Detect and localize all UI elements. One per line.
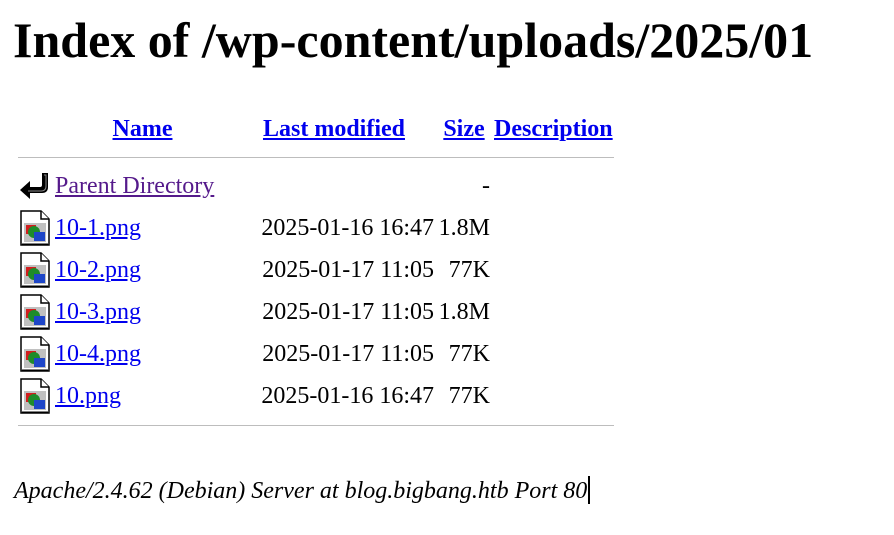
file-link[interactable]: 10-2.png bbox=[55, 257, 141, 283]
last-modified-cell: 2025-01-16 16:47 bbox=[261, 382, 434, 409]
separator-row bbox=[18, 418, 614, 432]
file-row: 10-4.png 2025-01-17 11:05 77K bbox=[18, 334, 614, 374]
last-modified-cell: 2025-01-16 16:47 bbox=[261, 214, 434, 241]
directory-listing: Name Last modified Size Description Pare… bbox=[16, 108, 616, 434]
page-title: Index of /wp-content/uploads/2025/01 bbox=[13, 12, 814, 68]
description-column-header: Description bbox=[493, 110, 614, 148]
last-modified-cell: 2025-01-17 11:05 bbox=[262, 298, 434, 325]
file-link[interactable]: 10.png bbox=[55, 383, 121, 409]
file-link[interactable]: 10-3.png bbox=[55, 299, 141, 325]
name-column-header: Name bbox=[54, 110, 231, 148]
description-cell bbox=[493, 376, 614, 416]
server-signature-text: Apache/2.4.62 (Debian) Server at blog.bi… bbox=[14, 478, 588, 504]
file-name-cell: 10-3.png bbox=[54, 292, 231, 332]
parent-directory-cell: Parent Directory bbox=[54, 166, 231, 206]
file-name-cell: 10-1.png bbox=[54, 208, 231, 248]
description-cell bbox=[493, 208, 614, 248]
description-cell bbox=[493, 250, 614, 290]
last-modified-cell bbox=[233, 166, 435, 206]
size-column-header: Size bbox=[437, 110, 491, 148]
size-cell: - bbox=[482, 172, 490, 199]
divider bbox=[18, 424, 614, 426]
file-row: 10-3.png 2025-01-17 11:05 1.8M bbox=[18, 292, 614, 332]
server-signature: Apache/2.4.62 (Debian) Server at blog.bi… bbox=[14, 476, 591, 506]
last-modified-cell: 2025-01-17 11:05 bbox=[262, 340, 434, 367]
icon-column-header bbox=[18, 110, 52, 148]
image-icon bbox=[18, 250, 52, 290]
sort-by-description-link[interactable]: Description bbox=[494, 116, 613, 142]
file-link[interactable]: 10-4.png bbox=[55, 341, 141, 367]
file-list: 10-1.png 2025-01-16 16:47 1.8M 10-2.png … bbox=[18, 208, 614, 416]
divider bbox=[18, 156, 614, 158]
size-cell: 1.8M bbox=[438, 214, 490, 241]
image-icon bbox=[18, 208, 52, 248]
parent-directory-link[interactable]: Parent Directory bbox=[55, 173, 214, 199]
sort-by-last-modified-link[interactable]: Last modified bbox=[263, 116, 405, 142]
file-row: 10-1.png 2025-01-16 16:47 1.8M bbox=[18, 208, 614, 248]
text-cursor bbox=[588, 476, 591, 504]
image-icon bbox=[18, 334, 52, 374]
separator-row bbox=[18, 150, 614, 164]
size-cell: 1.8M bbox=[438, 298, 490, 325]
parent-directory-row: Parent Directory - bbox=[18, 166, 614, 206]
image-icon bbox=[18, 376, 52, 416]
back-icon bbox=[18, 166, 52, 206]
size-cell: 77K bbox=[448, 382, 490, 409]
size-cell: 77K bbox=[448, 256, 490, 283]
file-name-cell: 10-2.png bbox=[54, 250, 231, 290]
sort-by-size-link[interactable]: Size bbox=[443, 116, 484, 142]
file-name-cell: 10.png bbox=[54, 376, 231, 416]
size-cell: 77K bbox=[448, 340, 490, 367]
description-cell bbox=[493, 166, 614, 206]
description-cell bbox=[493, 334, 614, 374]
last-modified-column-header: Last modified bbox=[233, 110, 435, 148]
last-modified-cell: 2025-01-17 11:05 bbox=[262, 256, 434, 283]
file-name-cell: 10-4.png bbox=[54, 334, 231, 374]
file-row: 10.png 2025-01-16 16:47 77K bbox=[18, 376, 614, 416]
description-cell bbox=[493, 292, 614, 332]
listing-header-row: Name Last modified Size Description bbox=[18, 110, 614, 148]
file-row: 10-2.png 2025-01-17 11:05 77K bbox=[18, 250, 614, 290]
image-icon bbox=[18, 292, 52, 332]
sort-by-name-link[interactable]: Name bbox=[113, 116, 173, 142]
file-link[interactable]: 10-1.png bbox=[55, 215, 141, 241]
